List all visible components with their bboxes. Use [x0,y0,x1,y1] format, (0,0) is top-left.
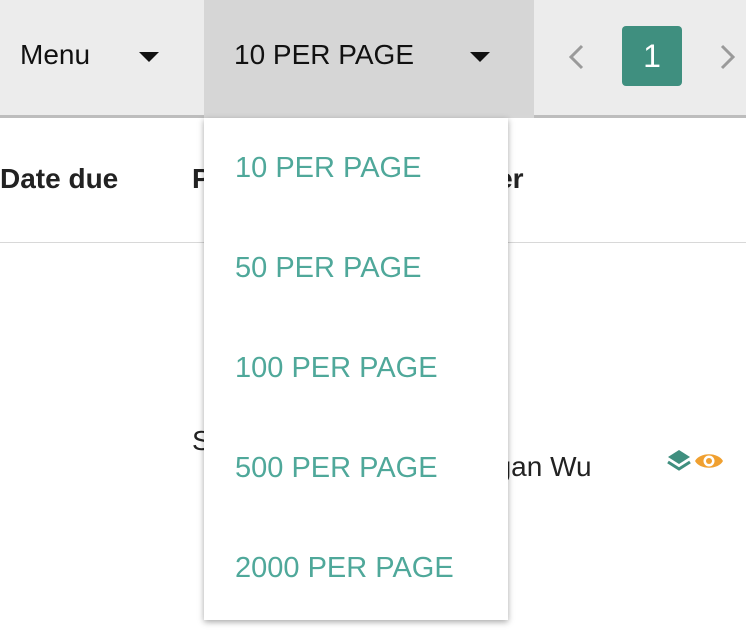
per-page-option-2000[interactable]: 2000 PER PAGE [235,550,454,586]
chevron-left-icon [568,44,584,70]
caret-down-icon [470,52,490,62]
per-page-option-50[interactable]: 50 PER PAGE [235,250,421,286]
chevron-right-icon [720,44,736,70]
pager-prev-button[interactable] [562,40,592,74]
per-page-selected-label: 10 PER PAGE [234,39,415,70]
eye-icon[interactable] [694,450,724,472]
per-page-menu: 10 PER PAGE 50 PER PAGE 100 PER PAGE 500… [204,118,508,620]
layers-icon[interactable] [666,448,692,474]
toolbar: Menu 10 PER PAGE 1 [0,0,746,118]
menu-label: Menu [20,39,91,70]
menu-dropdown[interactable]: Menu [0,0,204,115]
pager-next-button[interactable] [712,40,742,74]
pager-current-page[interactable]: 1 [622,26,682,86]
row-actions [666,448,726,478]
page: Menu 10 PER PAGE 1 Date due P ner S ggan… [0,0,746,638]
per-page-option-100[interactable]: 100 PER PAGE [235,350,438,386]
caret-down-icon [139,52,159,62]
per-page-option-500[interactable]: 500 PER PAGE [235,450,438,486]
per-page-option-10[interactable]: 10 PER PAGE [235,150,421,186]
column-header-date-due[interactable]: Date due [0,162,118,196]
per-page-dropdown[interactable]: 10 PER PAGE [204,0,534,118]
